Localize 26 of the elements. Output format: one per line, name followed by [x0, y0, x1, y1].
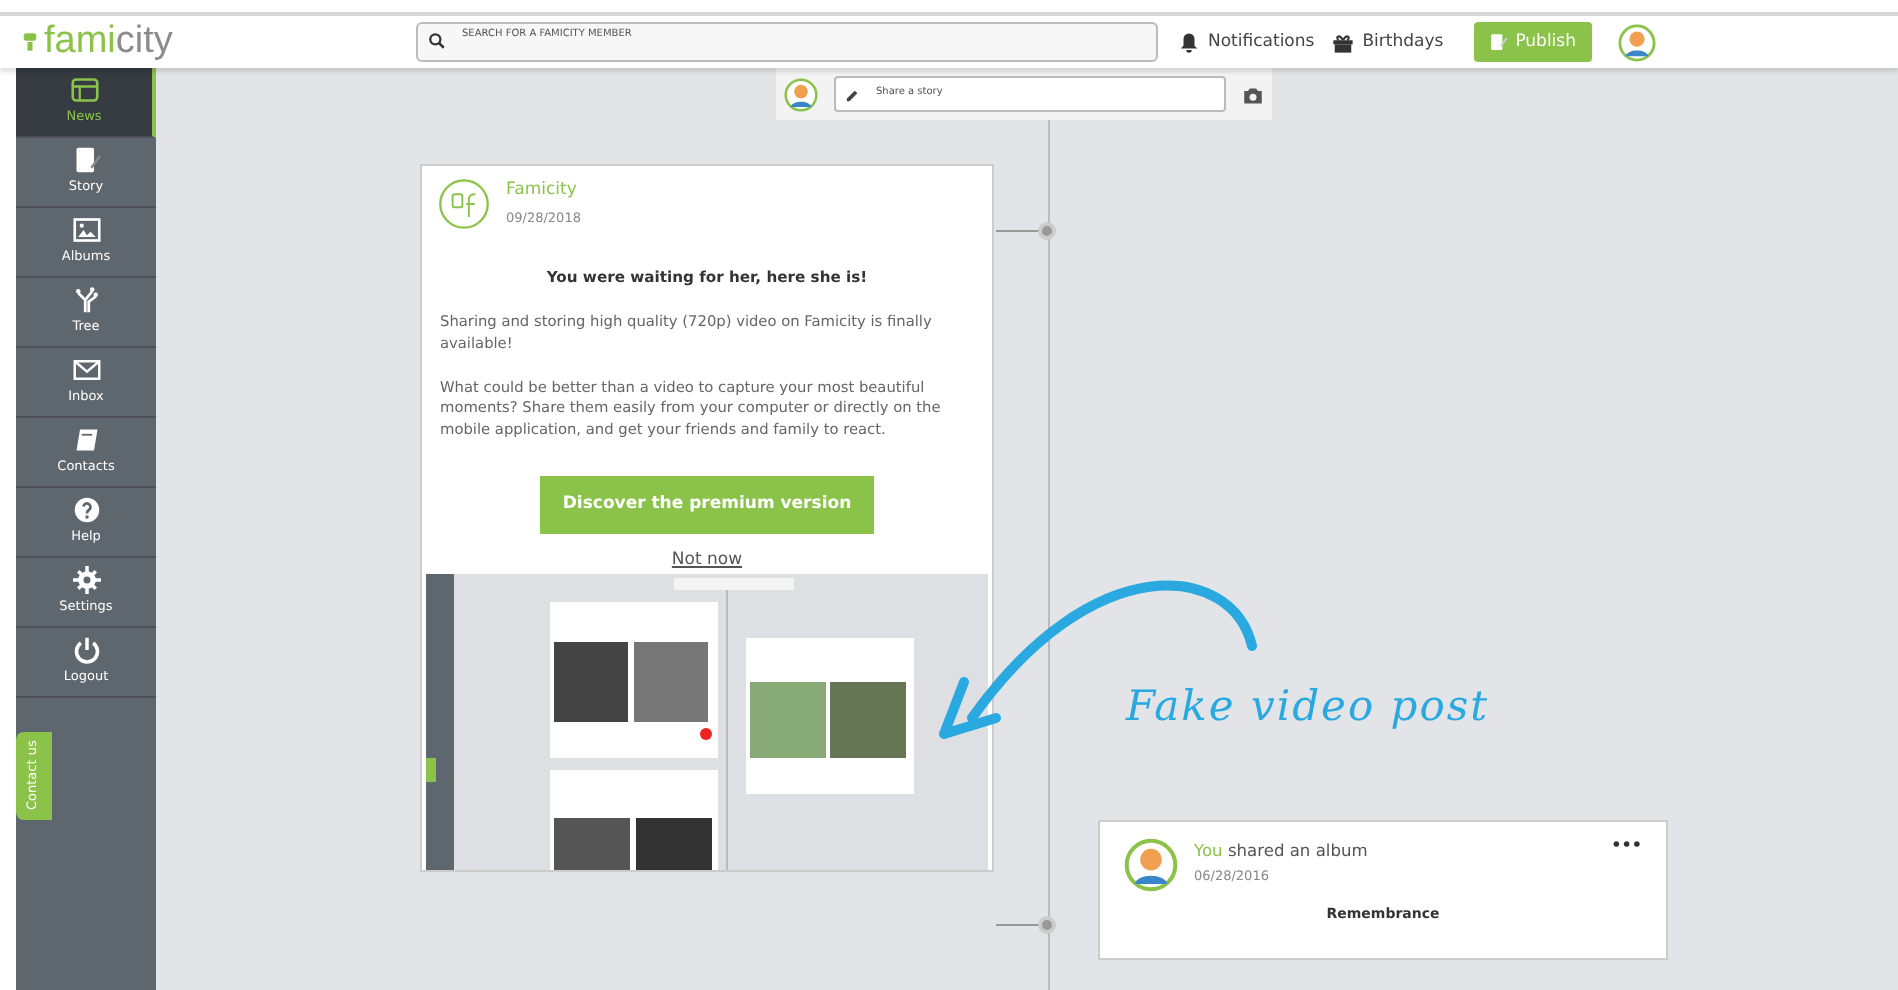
logo-text: famicity	[44, 17, 173, 66]
book-icon	[71, 426, 101, 455]
logo-icon	[20, 28, 40, 56]
birthdays-link[interactable]: Birthdays	[1332, 29, 1444, 55]
gift-icon	[1332, 31, 1355, 53]
newspaper-icon	[69, 76, 99, 105]
camera-icon	[1242, 85, 1264, 106]
famicity-logo-icon	[438, 178, 490, 230]
notifications-link[interactable]: Notifications	[1178, 29, 1315, 55]
power-icon	[71, 636, 101, 665]
user-avatar	[1618, 23, 1656, 61]
edit-icon	[1489, 32, 1508, 52]
annotation-text: Fake video post	[1126, 680, 1490, 734]
tree-icon	[71, 286, 101, 315]
envelope-icon	[71, 356, 101, 385]
image-icon	[71, 216, 101, 245]
pencil-page-icon	[71, 146, 101, 175]
more-menu-button[interactable]: •••	[1611, 838, 1642, 854]
famicity-logo[interactable]: famicity	[0, 13, 416, 71]
user-avatar	[1124, 838, 1178, 892]
post-header-text: You shared an album	[1194, 838, 1370, 863]
bell-icon	[1178, 31, 1200, 53]
user-avatar	[784, 77, 818, 111]
not-now-link[interactable]: Not now	[671, 547, 743, 574]
settings-icon	[71, 566, 101, 595]
help-icon	[71, 496, 101, 525]
